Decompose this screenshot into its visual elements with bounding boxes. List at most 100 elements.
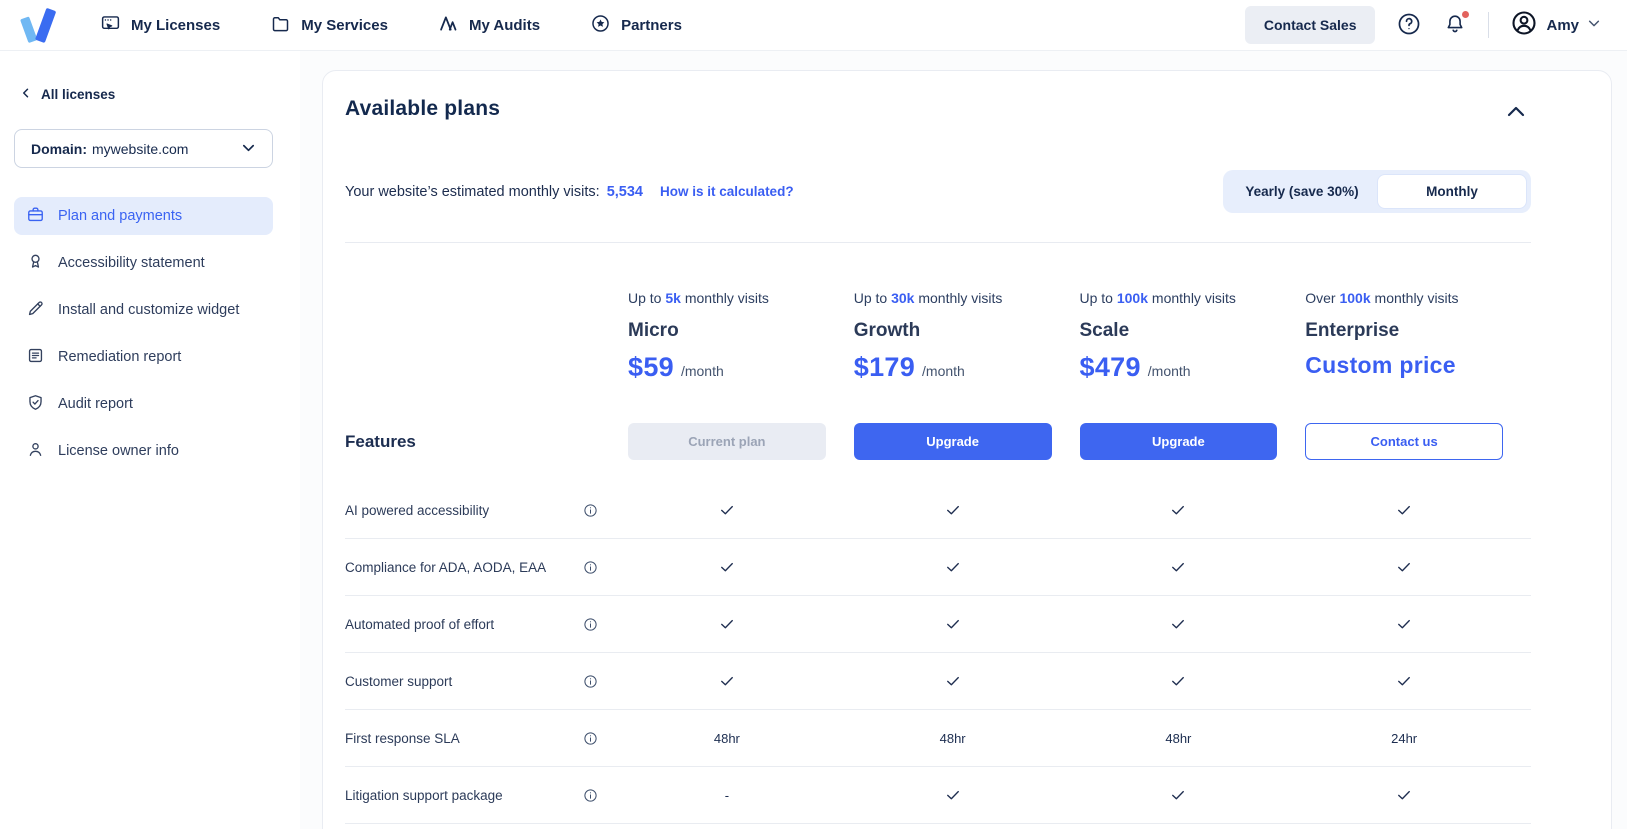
feature-value-cell: 48hr bbox=[1080, 731, 1278, 746]
feature-value-cell bbox=[1080, 558, 1278, 576]
info-icon[interactable] bbox=[583, 617, 598, 632]
feature-label: Compliance for ADA, AODA, EAA bbox=[345, 560, 546, 575]
sidebar-item-accessibility-statement[interactable]: Accessibility statement bbox=[14, 244, 273, 282]
check-icon bbox=[718, 615, 736, 633]
help-button[interactable] bbox=[1396, 11, 1422, 40]
check-icon bbox=[718, 501, 736, 519]
nav-item-label: Partners bbox=[621, 17, 682, 34]
domain-select[interactable]: Domain: mywebsite.com bbox=[14, 129, 273, 168]
feature-label: Automated proof of effort bbox=[345, 617, 494, 632]
current-plan-button[interactable]: Current plan bbox=[628, 423, 826, 460]
chevron-up-icon bbox=[1505, 107, 1527, 122]
check-icon bbox=[1395, 501, 1413, 519]
plan-name: Growth bbox=[854, 320, 1080, 342]
domain-value: mywebsite.com bbox=[92, 141, 188, 157]
check-icon bbox=[1395, 615, 1413, 633]
feature-label: Litigation support package bbox=[345, 788, 503, 803]
feature-value-cell bbox=[1080, 615, 1278, 633]
plan-name: Micro bbox=[628, 320, 854, 342]
plan-name: Enterprise bbox=[1305, 320, 1531, 342]
nav-item-my-licenses[interactable]: My Licenses bbox=[100, 13, 220, 38]
check-icon bbox=[944, 615, 962, 633]
feature-value-cell bbox=[1305, 672, 1503, 690]
plan-column-growth: Up to 30k monthly visits Growth $179/mon… bbox=[854, 243, 1080, 383]
feature-value-cell bbox=[1080, 501, 1278, 519]
nav-item-label: My Licenses bbox=[131, 17, 220, 34]
back-to-all-licenses-link[interactable]: All licenses bbox=[20, 87, 273, 102]
check-icon bbox=[1169, 672, 1187, 690]
feature-value-cell bbox=[854, 558, 1052, 576]
user-menu[interactable]: Amy bbox=[1510, 9, 1601, 42]
plan-buttons-row: Features Current plan Upgrade Upgrade Co… bbox=[345, 423, 1531, 460]
domain-label: Domain: bbox=[31, 141, 87, 157]
plan-header-row: Up to 5k monthly visits Micro $59/month … bbox=[345, 243, 1531, 383]
info-icon[interactable] bbox=[583, 560, 598, 575]
sidebar-item-audit-report[interactable]: Audit report bbox=[14, 385, 273, 423]
plan-column-scale: Up to 100k monthly visits Scale $479/mon… bbox=[1080, 243, 1306, 383]
info-icon[interactable] bbox=[583, 674, 598, 689]
feature-value-cell bbox=[628, 501, 826, 519]
features-header: Features bbox=[345, 432, 628, 452]
user-name: Amy bbox=[1546, 17, 1579, 34]
check-icon bbox=[718, 558, 736, 576]
v-logo-icon bbox=[18, 6, 56, 44]
check-icon bbox=[944, 501, 962, 519]
briefcase-icon bbox=[26, 205, 45, 228]
plan-column-enterprise: Over 100k monthly visits Enterprise Cust… bbox=[1305, 243, 1531, 383]
table-row: Customer support bbox=[345, 653, 1531, 710]
primary-nav: My Licenses My Services My Audits Partne… bbox=[100, 13, 682, 38]
plan-price: $479 bbox=[1080, 352, 1141, 382]
plan-price: $179 bbox=[854, 352, 915, 382]
check-icon bbox=[1169, 501, 1187, 519]
contact-us-button[interactable]: Contact us bbox=[1305, 423, 1503, 460]
sidebar-item-plan-and-payments[interactable]: Plan and payments bbox=[14, 197, 273, 235]
toggle-yearly[interactable]: Yearly (save 30%) bbox=[1227, 174, 1377, 209]
contact-sales-button[interactable]: Contact Sales bbox=[1245, 6, 1376, 44]
check-icon bbox=[1395, 786, 1413, 804]
feature-value-cell: 48hr bbox=[628, 731, 826, 746]
feature-value-cell bbox=[854, 501, 1052, 519]
feature-value-cell bbox=[1080, 786, 1278, 804]
info-icon[interactable] bbox=[583, 788, 598, 803]
sidebar-item-install-and-customize-widget[interactable]: Install and customize widget bbox=[14, 291, 273, 329]
collapse-section-button[interactable] bbox=[1501, 99, 1531, 126]
feature-value-cell bbox=[1080, 672, 1278, 690]
nav-item-partners[interactable]: Partners bbox=[590, 13, 682, 38]
feature-label: First response SLA bbox=[345, 731, 460, 746]
chevron-down-icon bbox=[1587, 16, 1601, 35]
info-icon[interactable] bbox=[583, 731, 598, 746]
upgrade-growth-button[interactable]: Upgrade bbox=[854, 423, 1052, 460]
brand-logo[interactable] bbox=[16, 4, 58, 46]
plan-price: Custom price bbox=[1305, 352, 1456, 378]
sidebar-item-remediation-report[interactable]: Remediation report bbox=[14, 338, 273, 376]
feature-value-cell bbox=[1305, 501, 1503, 519]
sidebar-item-license-owner-info[interactable]: License owner info bbox=[14, 432, 273, 470]
check-icon bbox=[718, 672, 736, 690]
nav-item-label: My Audits bbox=[469, 17, 540, 34]
feature-value-cell bbox=[854, 672, 1052, 690]
check-icon bbox=[944, 786, 962, 804]
toggle-monthly[interactable]: Monthly bbox=[1377, 174, 1527, 209]
feature-value-cell: - bbox=[628, 788, 826, 803]
notifications-button[interactable] bbox=[1443, 12, 1467, 39]
sidebar: All licenses Domain: mywebsite.com Plan a… bbox=[0, 51, 300, 829]
how-calculated-link[interactable]: How is it calculated? bbox=[660, 184, 794, 199]
chevron-down-icon bbox=[241, 140, 256, 158]
feature-value-cell bbox=[1305, 615, 1503, 633]
check-icon bbox=[1395, 672, 1413, 690]
table-row: AI powered accessibility bbox=[345, 482, 1531, 539]
nav-divider bbox=[1488, 12, 1489, 38]
nav-item-label: My Services bbox=[301, 17, 388, 34]
main-content: Available plans Your website’s estimated… bbox=[300, 51, 1627, 829]
person-icon bbox=[26, 440, 45, 463]
feature-value-cell bbox=[628, 615, 826, 633]
nav-item-my-audits[interactable]: My Audits bbox=[438, 13, 540, 38]
table-row: First response SLA 48hr 48hr 48hr 24hr bbox=[345, 710, 1531, 767]
nav-item-my-services[interactable]: My Services bbox=[270, 13, 388, 38]
feature-label: AI powered accessibility bbox=[345, 503, 489, 518]
plan-column-micro: Up to 5k monthly visits Micro $59/month bbox=[628, 243, 854, 383]
info-icon[interactable] bbox=[583, 503, 598, 518]
check-icon bbox=[1169, 558, 1187, 576]
upgrade-scale-button[interactable]: Upgrade bbox=[1080, 423, 1278, 460]
available-plans-card: Available plans Your website’s estimated… bbox=[322, 70, 1612, 829]
